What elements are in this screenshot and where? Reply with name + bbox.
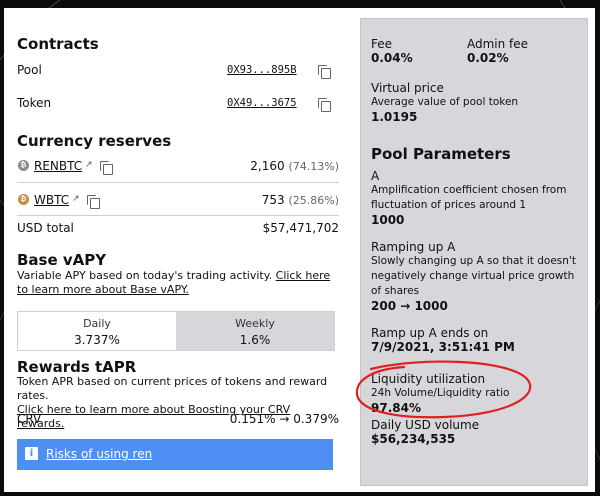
tab-weekly[interactable]: Weekly 1.6% xyxy=(176,312,334,350)
crv-label: CRV xyxy=(17,412,42,426)
divider xyxy=(17,215,339,216)
ramping-desc: Slowly changing up A so that it doesn't … xyxy=(371,255,576,297)
virtual-price-value: 1.0195 xyxy=(371,110,418,124)
base-vapy-desc-text: Variable APY based on today's trading ac… xyxy=(17,269,276,282)
ramp-end-param: Ramp up A ends on 7/9/2021, 3:51:41 PM xyxy=(371,326,515,354)
external-link-icon[interactable]: ↗ xyxy=(72,194,80,204)
ramping-value: 200 → 1000 xyxy=(371,299,448,313)
renbtc-pct: (74.13%) xyxy=(288,160,339,173)
info-icon: i xyxy=(25,447,38,460)
ramping-param: Ramping up A Slowly changing up A so tha… xyxy=(371,240,577,313)
weekly-value: 1.6% xyxy=(239,333,271,347)
token-address-link[interactable]: 0X49...3675 xyxy=(227,97,297,109)
token-label: Token xyxy=(17,96,52,110)
risks-banner[interactable]: i Risks of using ren xyxy=(17,439,333,470)
ramp-end-label: Ramp up A ends on xyxy=(371,326,489,340)
wbtc-pct: (25.86%) xyxy=(288,194,339,207)
virtual-price-desc: Average value of pool token xyxy=(371,96,519,108)
daily-value: 3.737% xyxy=(74,333,120,347)
usd-total-label: USD total xyxy=(17,221,74,235)
virtual-price-stat: Virtual price Average value of pool toke… xyxy=(371,81,518,124)
base-vapy-title: Base vAPY xyxy=(17,251,107,269)
a-desc: Amplification coefficient chosen from fl… xyxy=(371,184,567,211)
admin-fee-stat: Admin fee 0.02% xyxy=(467,37,528,65)
daily-label: Daily xyxy=(83,317,111,330)
pool-stats-panel: Fee 0.04% Admin fee 0.02% Virtual price … xyxy=(355,18,588,486)
admin-fee-label: Admin fee xyxy=(467,37,529,51)
renbtc-amount: 2,160 (74.13%) xyxy=(250,159,339,173)
highlight-circle xyxy=(355,360,532,419)
risks-link[interactable]: Risks of using ren xyxy=(46,447,152,461)
tab-daily[interactable]: Daily 3.737% xyxy=(18,312,176,350)
a-label: A xyxy=(371,169,380,183)
renbtc-link[interactable]: RENBTC xyxy=(34,159,82,173)
daily-usd-volume-param: Daily USD volume $56,234,535 xyxy=(371,418,479,446)
wbtc-amount-value: 753 xyxy=(261,193,285,207)
a-param: A Amplification coefficient chosen from … xyxy=(371,169,577,227)
external-link-icon[interactable]: ↗ xyxy=(85,160,93,170)
token-copy-icon[interactable] xyxy=(318,98,331,112)
a-value: 1000 xyxy=(371,213,405,227)
crv-value: 0.151% → 0.379% xyxy=(229,412,339,426)
fee-label: Fee xyxy=(371,37,393,51)
rewards-title: Rewards tAPR xyxy=(17,358,137,376)
rewards-desc-text: Token APR based on current prices of tok… xyxy=(17,375,328,402)
pool-parameters-title: Pool Parameters xyxy=(371,145,511,163)
pool-label: Pool xyxy=(17,63,42,77)
usd-total-value: $57,471,702 xyxy=(262,221,339,235)
fee-stat: Fee 0.04% xyxy=(371,37,413,65)
pool-address-link[interactable]: 0X93...895B xyxy=(227,64,297,76)
daily-usd-value: $56,234,535 xyxy=(371,432,456,446)
divider xyxy=(17,182,339,183)
base-vapy-description: Variable APY based on today's trading ac… xyxy=(17,269,333,297)
pool-info-card: Contracts Pool 0X93...895B Token 0X49...… xyxy=(4,8,595,492)
wbtc-copy-icon[interactable] xyxy=(87,195,100,209)
weekly-label: Weekly xyxy=(235,317,275,330)
fee-value: 0.04% xyxy=(371,51,413,65)
wbtc-amount: 753 (25.86%) xyxy=(262,193,339,207)
wbtc-link[interactable]: WBTC xyxy=(34,193,69,207)
renbtc-copy-icon[interactable] xyxy=(100,161,113,175)
apy-tabs: Daily 3.737% Weekly 1.6% xyxy=(17,311,335,351)
pool-copy-icon[interactable] xyxy=(318,65,331,79)
virtual-price-label: Virtual price xyxy=(371,81,444,95)
wbtc-icon: ₿ xyxy=(18,194,29,205)
reserves-title: Currency reserves xyxy=(17,132,172,150)
renbtc-amount-value: 2,160 xyxy=(250,159,285,173)
ramping-label: Ramping up A xyxy=(371,240,456,254)
renbtc-icon: ₿ xyxy=(18,160,29,171)
ramp-end-value: 7/9/2021, 3:51:41 PM xyxy=(371,340,515,354)
contracts-title: Contracts xyxy=(17,35,99,53)
admin-fee-value: 0.02% xyxy=(467,51,509,65)
